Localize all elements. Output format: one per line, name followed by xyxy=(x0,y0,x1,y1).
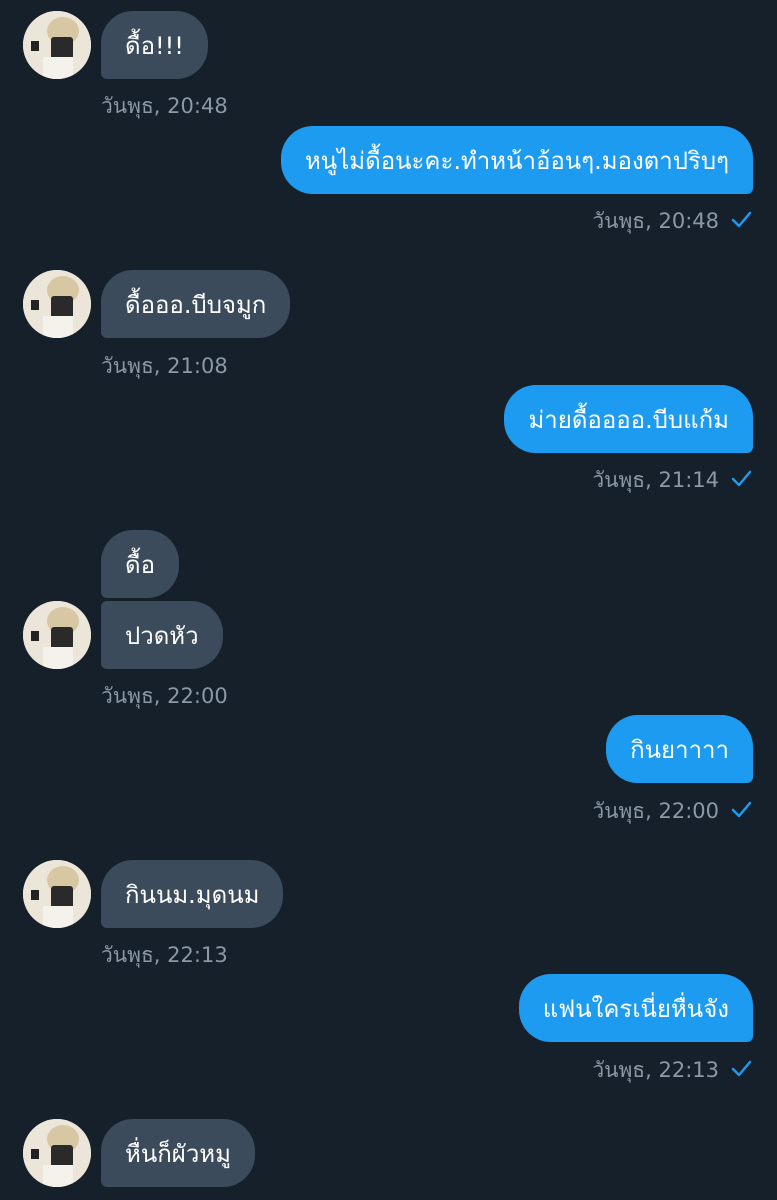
message-text: แฟนใครเนี่ยหื่นจัง xyxy=(542,994,729,1023)
message-text: กินนม.มุดนม xyxy=(125,880,260,909)
message-bubble-incoming[interactable]: ดื้อออ.บีบจมูก xyxy=(101,270,291,338)
message-bubble-outgoing[interactable]: ม่ายดื้ออออ.บีบแก้ม xyxy=(504,385,753,453)
avatar-photo-icon xyxy=(23,270,91,338)
message-timestamp: วันพุธ, 21:14 xyxy=(592,468,719,492)
message-timestamp: วันพุธ, 22:13 xyxy=(101,943,228,967)
message-bubble-outgoing[interactable]: หนูไม่ดื้อนะคะ.ทำหน้าอ้อนๆ.มองตาปริบๆ xyxy=(280,126,753,194)
message-timestamp: วันพุธ, 22:13 xyxy=(592,1058,719,1082)
message-text: ดื้อออ.บีบจมูก xyxy=(125,290,267,319)
avatar[interactable] xyxy=(23,270,91,338)
message-text: หื่นก็ผัวหมู xyxy=(125,1139,231,1168)
message-text: ม่ายดื้ออออ.บีบแก้ม xyxy=(528,405,729,434)
checkmark-icon xyxy=(731,1060,752,1077)
message-text: ดื้อ xyxy=(125,550,155,579)
message-bubble-outgoing[interactable]: แฟนใครเนี่ยหื่นจัง xyxy=(518,974,753,1042)
avatar[interactable] xyxy=(23,11,91,79)
message-timestamp: วันพุธ, 22:00 xyxy=(592,799,719,823)
message-timestamp: วันพุธ, 22:00 xyxy=(101,684,228,708)
avatar[interactable] xyxy=(23,1119,91,1187)
message-timestamp: วันพุธ, 20:48 xyxy=(592,209,719,233)
message-bubble-outgoing[interactable]: กินยาาาา xyxy=(606,715,753,783)
message-text: กินยาาาา xyxy=(630,735,729,764)
avatar-photo-icon xyxy=(23,601,91,669)
message-bubble-incoming[interactable]: ปวดหัว xyxy=(101,601,223,669)
message-timestamp: วันพุธ, 21:08 xyxy=(101,354,228,378)
checkmark-icon xyxy=(731,801,752,818)
message-text: ดื้อ!!! xyxy=(125,31,184,60)
message-text: หนูไม่ดื้อนะคะ.ทำหน้าอ้อนๆ.มองตาปริบๆ xyxy=(304,146,729,175)
message-bubble-incoming[interactable]: ดื้อ!!! xyxy=(101,11,208,79)
message-timestamp: วันพุธ, 20:48 xyxy=(101,94,228,118)
checkmark-icon xyxy=(731,211,752,228)
message-bubble-incoming[interactable]: กินนม.มุดนม xyxy=(101,860,284,928)
message-text: ปวดหัว xyxy=(125,621,199,650)
message-bubble-incoming[interactable]: หื่นก็ผัวหมู xyxy=(101,1119,255,1187)
avatar[interactable] xyxy=(23,860,91,928)
avatar-photo-icon xyxy=(23,860,91,928)
message-bubble-incoming[interactable]: ดื้อ xyxy=(101,530,179,598)
checkmark-icon xyxy=(731,470,752,487)
avatar-photo-icon xyxy=(23,11,91,79)
avatar-photo-icon xyxy=(23,1119,91,1187)
avatar[interactable] xyxy=(23,601,91,669)
